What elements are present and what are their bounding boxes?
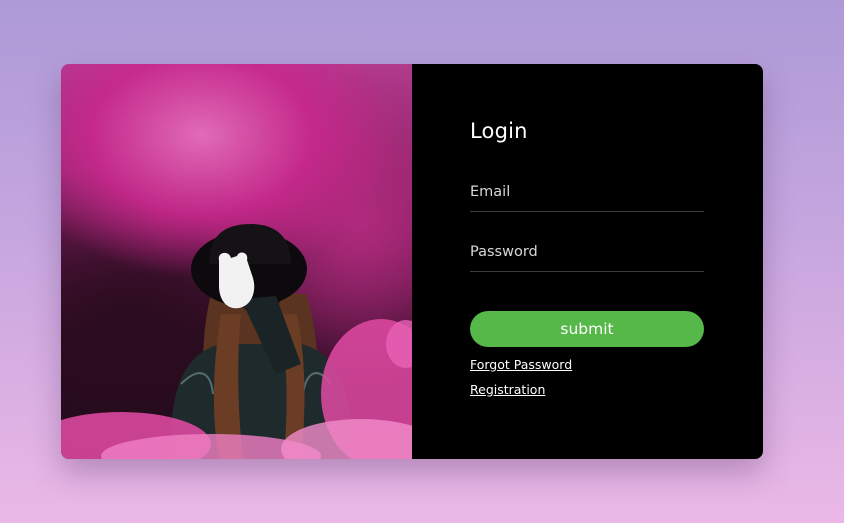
forgot-password-link[interactable]: Forgot Password (470, 357, 572, 372)
registration-link[interactable]: Registration (470, 382, 545, 397)
password-field[interactable] (470, 240, 704, 272)
login-card: Login submit Forgot Password Registratio… (61, 64, 763, 459)
email-field[interactable] (470, 180, 704, 212)
person-in-smoke-image (61, 224, 412, 459)
login-form-panel: Login submit Forgot Password Registratio… (412, 64, 763, 459)
hero-photo (61, 64, 412, 459)
login-title: Login (470, 119, 528, 143)
submit-button[interactable]: submit (470, 311, 704, 347)
